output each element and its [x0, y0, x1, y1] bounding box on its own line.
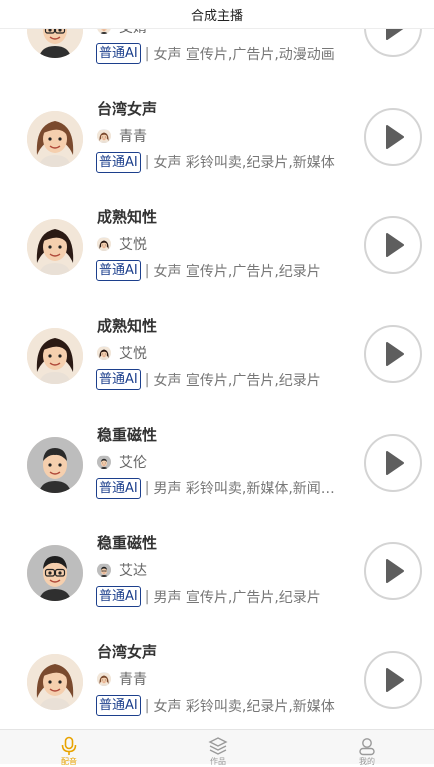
play-button[interactable]	[364, 651, 422, 710]
host-row: 青青	[97, 669, 147, 689]
play-icon	[386, 559, 404, 584]
voice-title: 成熟知性	[97, 208, 158, 227]
man-glasses-icon	[97, 563, 111, 578]
woman-dark-hair-icon	[97, 237, 111, 252]
voice-title: 台湾女声	[97, 99, 158, 118]
tag-row: 普通AI | 女声 宣传片,广告片,纪录片	[96, 260, 321, 282]
separator: |	[144, 154, 150, 171]
woman-brown-hair-icon	[97, 672, 111, 687]
tab-dubbing-label: 配音	[61, 757, 77, 766]
voice-description: 女声 宣传片,广告片,纪录片	[153, 263, 321, 280]
voice-description: 男声 彩铃叫卖,新媒体,新闻…	[153, 481, 335, 498]
voice-item[interactable]: 台湾女声青青普通AI | 女声 彩铃叫卖,纪录片,新媒体	[0, 631, 434, 729]
tag-row: 普通AI | 男声 宣传片,广告片,纪录片	[96, 586, 321, 608]
host-row: 艾悦	[97, 343, 147, 363]
voice-description: 男声 宣传片,广告片,纪录片	[153, 589, 321, 606]
man-short-hair-icon	[97, 454, 111, 469]
separator: |	[144, 480, 150, 497]
tab-mine-label: 我的	[359, 757, 375, 766]
ai-badge: 普通AI	[96, 369, 141, 391]
play-icon	[386, 29, 404, 40]
ai-badge: 普通AI	[96, 695, 141, 717]
ai-badge: 普通AI	[96, 151, 141, 173]
host-row: 艾伦	[97, 452, 147, 472]
play-icon	[386, 342, 404, 367]
play-icon	[386, 124, 404, 149]
tab-works-label: 作品	[210, 757, 226, 766]
woman-dark-hair-icon	[97, 346, 111, 361]
voice-description: 女声 宣传片,广告片,纪录片	[153, 372, 321, 389]
play-button[interactable]	[364, 29, 422, 57]
host-name: 艾伦	[119, 454, 147, 471]
tab-dubbing[interactable]: 配音	[29, 730, 109, 766]
host-row: 艾悦	[97, 234, 147, 254]
host-row: 艾达	[97, 560, 147, 580]
separator: |	[144, 45, 150, 62]
play-button[interactable]	[364, 542, 422, 601]
ai-badge: 普通AI	[96, 260, 141, 282]
tag-row: 普通AI | 女声 彩铃叫卖,纪录片,新媒体	[96, 151, 335, 173]
play-button[interactable]	[364, 216, 422, 275]
tag-row: 普通AI | 女声 宣传片,广告片,动漫动画	[96, 43, 335, 64]
separator: |	[144, 262, 150, 279]
separator: |	[144, 588, 150, 605]
play-icon	[386, 450, 404, 475]
voice-description: 女声 彩铃叫卖,纪录片,新媒体	[153, 155, 335, 172]
separator: |	[144, 697, 150, 714]
layers-icon	[208, 737, 228, 755]
microphone-icon	[61, 736, 77, 755]
voice-title: 成熟知性	[97, 317, 158, 336]
woman-brown-hair-icon	[27, 110, 83, 167]
host-row: 青青	[97, 126, 147, 146]
woman-brown-hair-icon	[27, 654, 83, 711]
tag-row: 普通AI | 女声 彩铃叫卖,纪录片,新媒体	[96, 695, 335, 717]
man-short-hair-icon	[27, 436, 83, 493]
host-name: 艾悦	[119, 237, 147, 254]
page-title: 合成主播	[0, 0, 434, 29]
man-glasses-icon	[27, 545, 83, 602]
woman-brown-hair-icon	[97, 128, 111, 143]
voice-title: 稳重磁性	[97, 534, 158, 553]
user-icon	[359, 738, 375, 756]
woman-dark-hair-icon	[27, 219, 83, 276]
voice-item[interactable]: 成熟知性艾悦普通AI | 女声 宣传片,广告片,纪录片	[0, 196, 434, 305]
voice-item[interactable]: 知性女声艾婧普通AI|女声 宣传片,广告片,动漫动画	[0, 29, 434, 88]
glasses-man-icon	[97, 29, 111, 34]
voice-description: 女声 彩铃叫卖,纪录片,新媒体	[153, 698, 335, 715]
voice-description: 女声 宣传片,广告片,动漫动画	[153, 46, 335, 63]
play-icon	[386, 668, 404, 693]
tab-works[interactable]: 作品	[178, 730, 258, 766]
host-row: 艾婧	[97, 29, 147, 37]
voice-item[interactable]: 成熟知性艾悦普通AI | 女声 宣传片,广告片,纪录片	[0, 305, 434, 414]
separator: |	[144, 371, 150, 388]
tab-mine[interactable]: 我的	[327, 730, 407, 766]
voice-item[interactable]: 台湾女声青青普通AI | 女声 彩铃叫卖,纪录片,新媒体	[0, 88, 434, 197]
host-name: 青青	[119, 128, 147, 145]
voice-item[interactable]: 稳重磁性艾伦普通AI | 男声 彩铃叫卖,新媒体,新闻…	[0, 414, 434, 523]
host-name: 艾悦	[119, 346, 147, 363]
host-name: 艾达	[119, 563, 147, 580]
voice-title: 台湾女声	[97, 643, 158, 662]
host-name: 艾婧	[119, 29, 147, 37]
voice-item[interactable]: 稳重磁性艾达普通AI | 男声 宣传片,广告片,纪录片	[0, 522, 434, 631]
tag-row: 普通AI | 男声 彩铃叫卖,新媒体,新闻…	[96, 477, 335, 499]
play-button[interactable]	[364, 325, 422, 384]
tab-bar: 配音 作品 我的	[0, 729, 434, 766]
host-name: 青青	[119, 672, 147, 689]
voice-title: 稳重磁性	[97, 425, 158, 444]
ai-badge: 普通AI	[96, 477, 141, 499]
play-icon	[386, 233, 404, 258]
voice-list[interactable]: 知性女声艾婧普通AI|女声 宣传片,广告片,动漫动画台湾女声青青普通AI|女声 …	[0, 29, 434, 729]
glasses-man-icon	[27, 29, 83, 58]
play-button[interactable]	[364, 433, 422, 492]
tag-row: 普通AI | 女声 宣传片,广告片,纪录片	[96, 369, 321, 391]
play-button[interactable]	[364, 107, 422, 166]
ai-badge: 普通AI	[96, 586, 141, 608]
woman-dark-hair-icon	[27, 328, 83, 385]
ai-badge: 普通AI	[96, 43, 141, 64]
